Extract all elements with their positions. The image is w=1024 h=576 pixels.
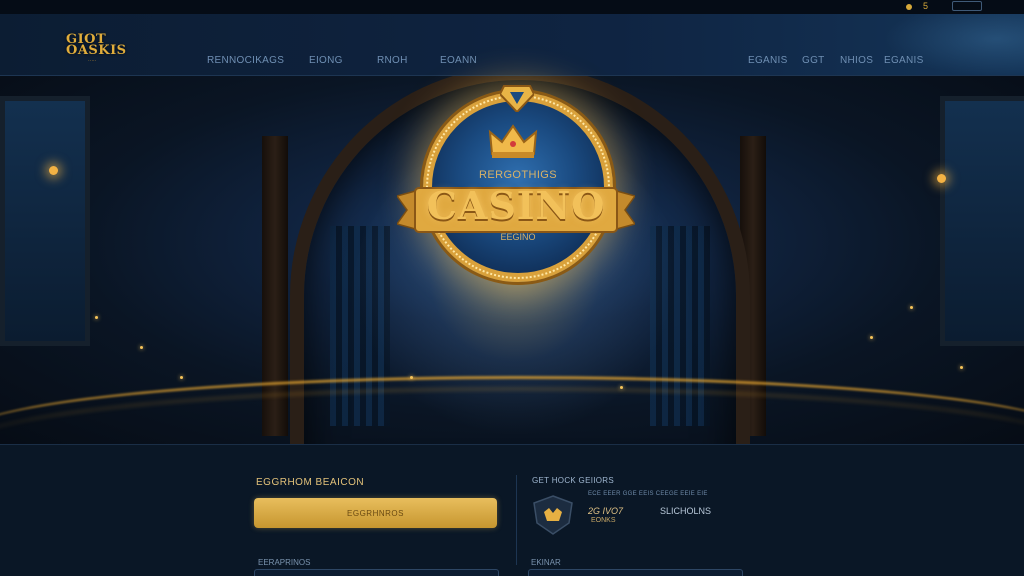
- sparkle: [140, 346, 143, 349]
- shield-icon: [533, 495, 573, 535]
- nav-right-link-2[interactable]: GGT: [802, 55, 825, 66]
- sparkle: [180, 376, 183, 379]
- hall-window-left: [0, 96, 90, 346]
- sparkle: [960, 366, 963, 369]
- form-title: EGGRHOM BEAICON: [256, 477, 365, 488]
- wall-lamp-right: [937, 174, 946, 183]
- notification-count[interactable]: 5: [923, 1, 928, 11]
- text-input-1[interactable]: [254, 569, 499, 576]
- sparkle: [620, 386, 623, 389]
- sparkle: [910, 306, 913, 309]
- text-input-2[interactable]: [528, 569, 743, 576]
- nav-right-link-3[interactable]: NHIOS: [840, 55, 873, 66]
- hall-window-right: [940, 96, 1024, 346]
- stat-caption: EONKS: [591, 517, 616, 524]
- field-label-1: EERAPRINOS: [258, 558, 311, 567]
- top-utility-bar: 5: [0, 0, 1024, 14]
- nav-link-2[interactable]: EIONG: [309, 55, 343, 66]
- signup-panel: EGGRHOM BEAICON EGGRHNROS EERAPRINOS EKI…: [0, 444, 1024, 576]
- sparkle: [410, 376, 413, 379]
- field-label-2: EKINAR: [531, 558, 561, 567]
- diamond-icon: [500, 85, 534, 112]
- status-dot-icon: [906, 4, 912, 10]
- sparkle: [95, 316, 98, 319]
- badge-top-text: RERGOTHIGS: [479, 169, 557, 181]
- account-button[interactable]: [952, 1, 982, 11]
- primary-cta-button[interactable]: EGGRHNROS: [254, 498, 497, 528]
- stat-value: 2G IVO7: [588, 506, 624, 516]
- sparkle: [870, 336, 873, 339]
- nav-link-3[interactable]: RNOH: [377, 55, 408, 66]
- side-title: GET HOCK GEIIORS: [532, 476, 614, 485]
- nav-link-1[interactable]: RENNOCIKAGS: [207, 55, 284, 66]
- nav-right-link-4[interactable]: EGANIS: [884, 55, 924, 66]
- badge-subtitle: EEGINO: [500, 232, 536, 242]
- main-navbar: GIOT OASKIS ····· RENNOCIKAGS EIONG RNOH…: [0, 14, 1024, 76]
- site-logo[interactable]: GIOT OASKIS ·····: [66, 33, 128, 67]
- nav-right-link-1[interactable]: EGANIS: [748, 55, 788, 66]
- stat-label[interactable]: SLICHOLNS: [660, 506, 711, 516]
- logo-line-2: OASKIS: [66, 43, 127, 58]
- side-subtitle: ECE EEER GGE EEIS CEEGE EEIE EIE: [588, 491, 708, 497]
- crown-icon: [488, 124, 538, 158]
- badge-title: CASINO: [426, 183, 606, 228]
- nav-link-4[interactable]: EOANN: [440, 55, 477, 66]
- wall-lamp-left: [49, 166, 58, 175]
- section-divider: [516, 475, 517, 565]
